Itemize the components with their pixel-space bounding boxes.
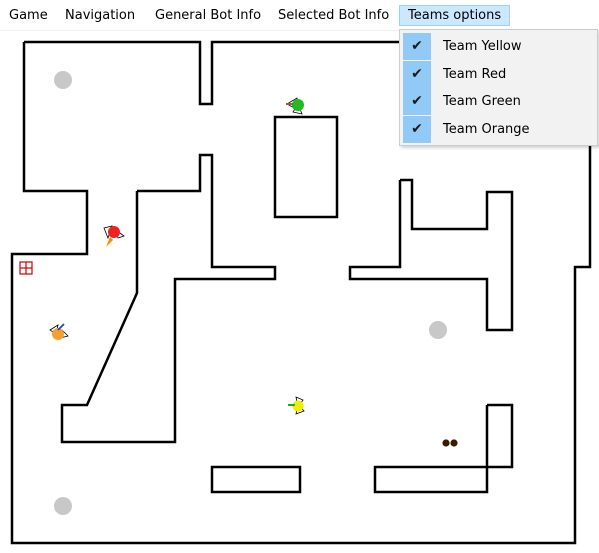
check-icon: ✔ — [403, 88, 431, 115]
menu-teams-options[interactable]: Teams options — [399, 5, 511, 26]
bottom-center-block — [210, 465, 302, 494]
right-lower-wall — [373, 403, 514, 494]
menu-item-label: Team Red — [443, 66, 507, 82]
check-icon: ✔ — [403, 33, 431, 60]
menu-item-label: Team Yellow — [443, 39, 522, 54]
red-bot-icon[interactable] — [103, 225, 125, 247]
menu-item-team-yellow[interactable]: ✔ Team Yellow — [400, 33, 597, 61]
menu-selected-bot-info[interactable]: Selected Bot Info — [275, 5, 392, 26]
menu-item-team-orange[interactable]: ✔ Team Orange — [400, 115, 597, 144]
green-bot-icon[interactable] — [286, 97, 304, 115]
menu-item-team-red[interactable]: ✔ Team Red — [400, 60, 597, 89]
menu-item-team-green[interactable]: ✔ Team Green — [400, 88, 597, 116]
spawn-marker — [54, 497, 72, 515]
menu-general-bot-info[interactable]: General Bot Info — [152, 5, 264, 26]
left-wall-structure — [60, 153, 277, 444]
ammo-icon[interactable] — [442, 439, 458, 447]
check-icon: ✔ — [403, 115, 431, 143]
yellow-bot-icon[interactable] — [288, 396, 305, 415]
menu-item-label: Team Orange — [443, 121, 530, 137]
spawn-marker — [54, 71, 72, 89]
check-icon: ✔ — [403, 60, 431, 88]
center-block — [273, 115, 339, 219]
menu-game[interactable]: Game — [6, 5, 51, 26]
spawn-marker — [429, 321, 447, 339]
orange-bot-icon[interactable] — [49, 323, 69, 340]
menu-item-label: Team Green — [443, 94, 521, 109]
health-pack-icon[interactable] — [19, 261, 33, 275]
menu-bar: Game Navigation General Bot Info Selecte… — [0, 0, 599, 31]
menu-navigation[interactable]: Navigation — [62, 5, 138, 26]
teams-options-dropdown: ✔ Team Yellow ✔ Team Red ✔ Team Green ✔ … — [399, 29, 598, 146]
right-upper-wall — [348, 178, 514, 332]
